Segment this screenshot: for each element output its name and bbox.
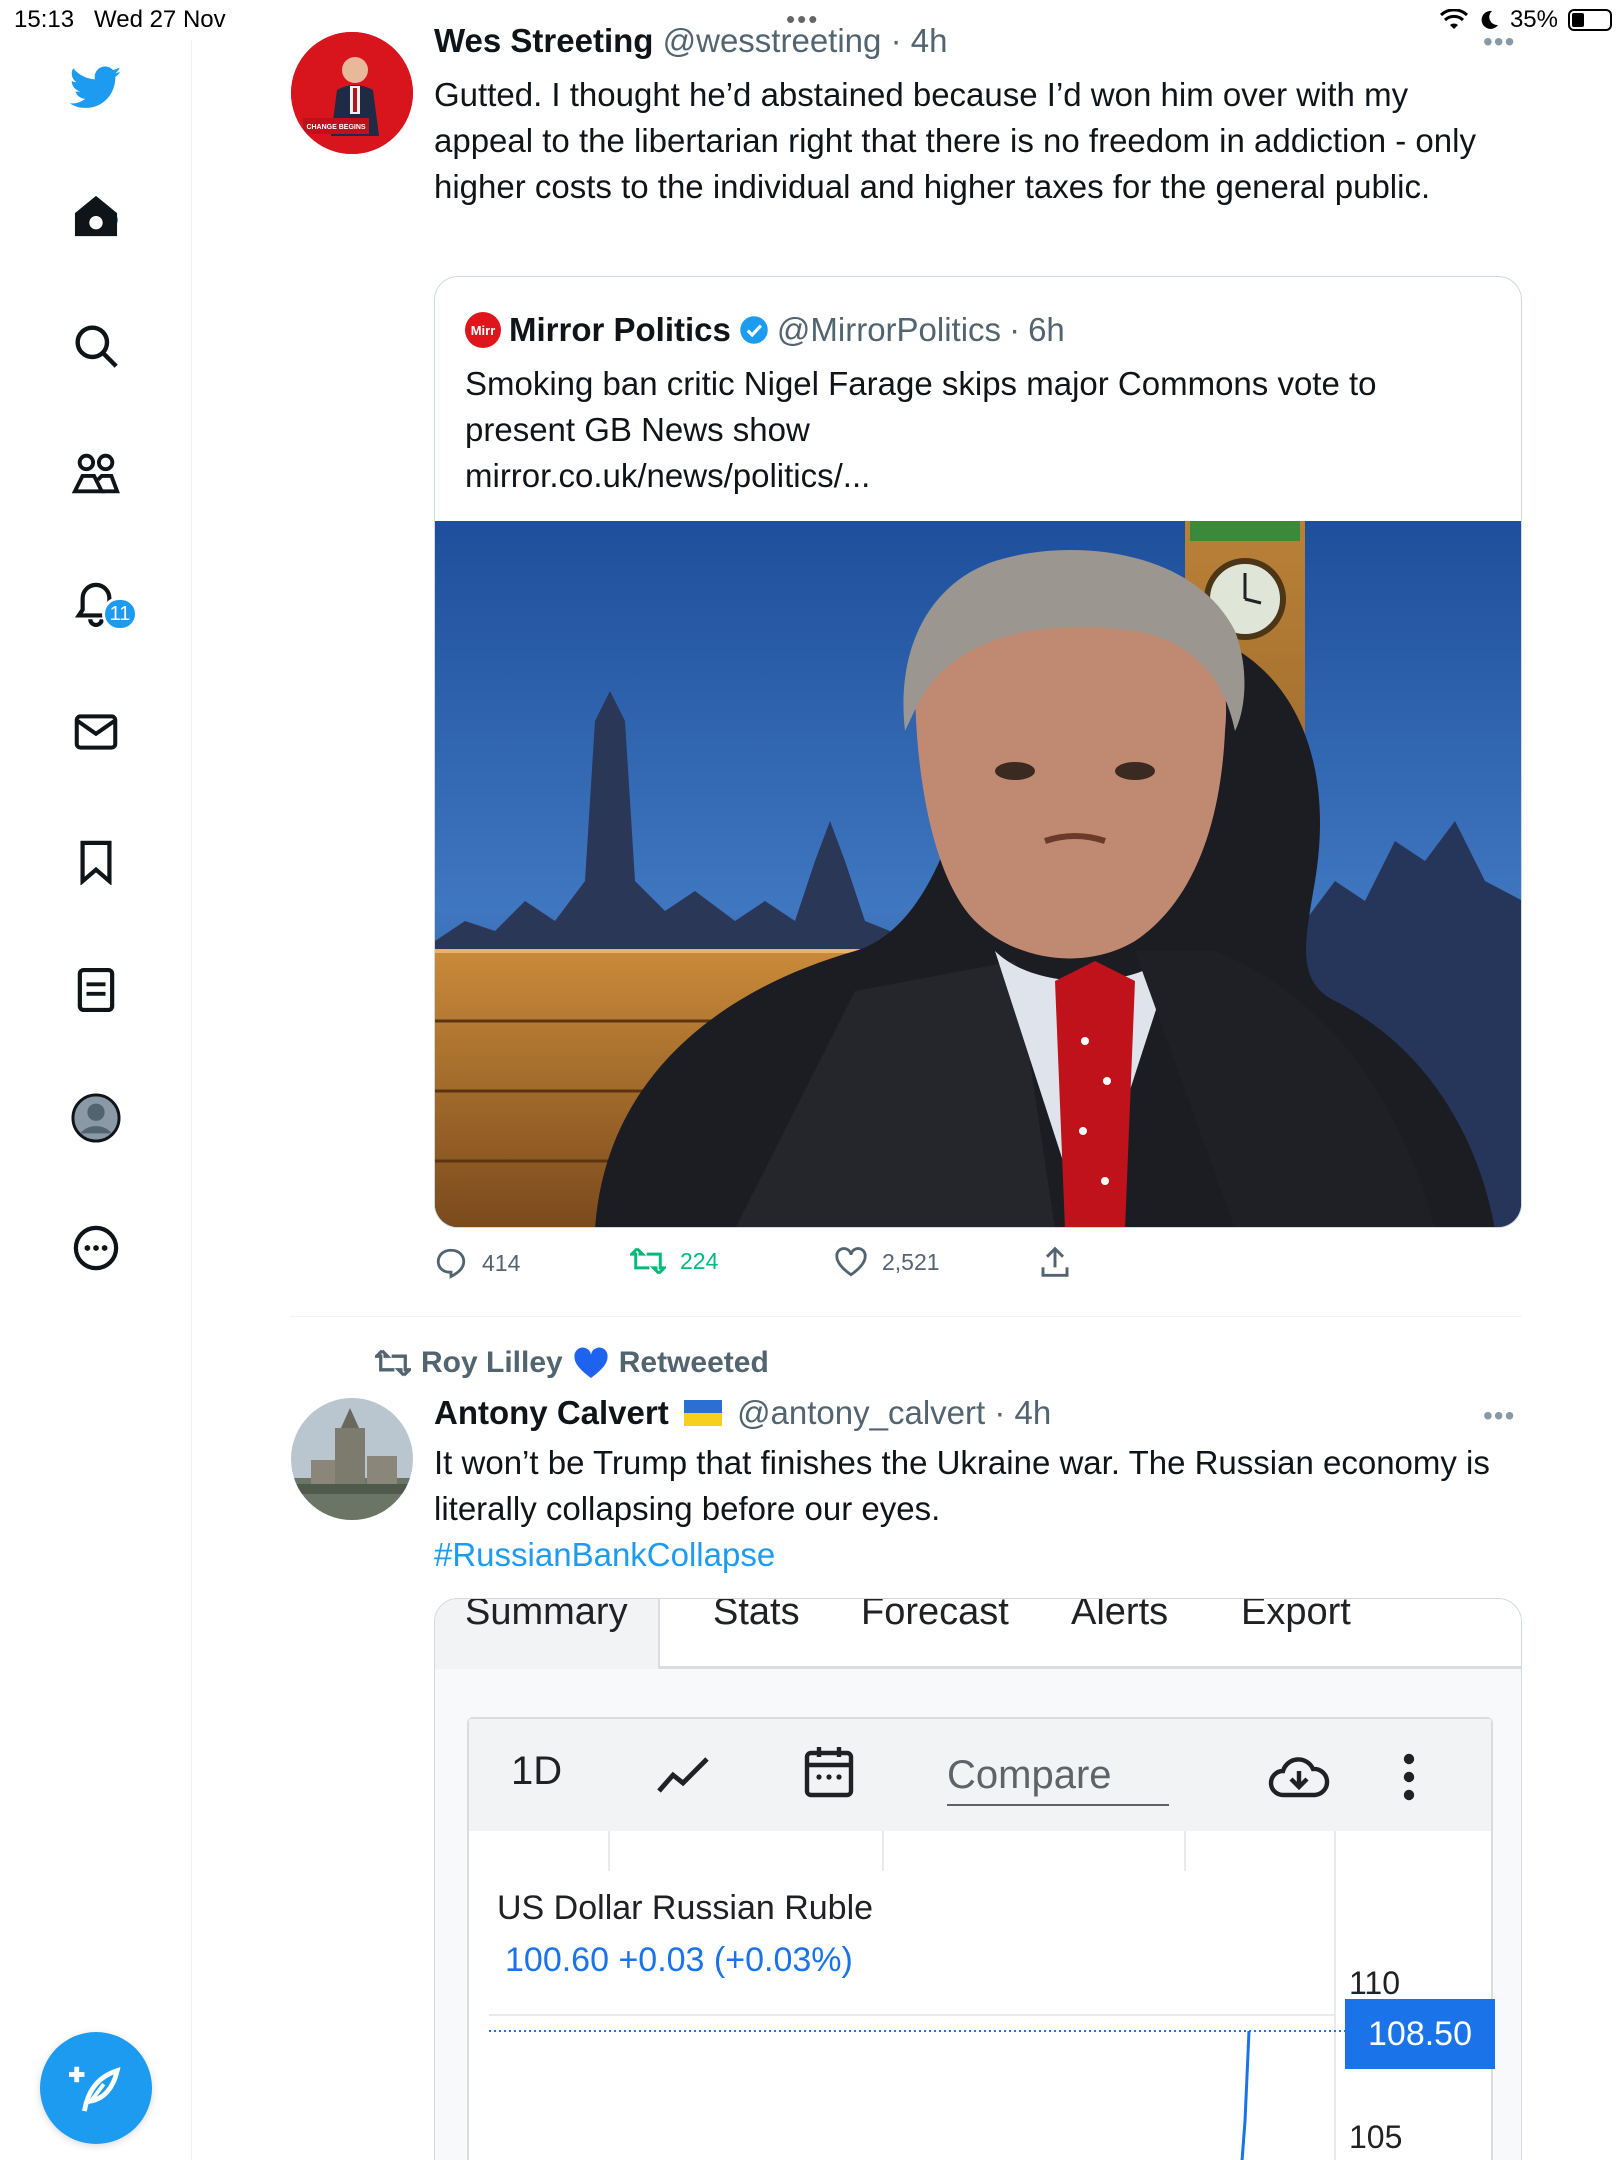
twitter-logo-icon[interactable]	[70, 62, 122, 114]
line-chart-icon	[657, 1757, 709, 1793]
sidebar-item-messages[interactable]	[70, 706, 122, 758]
tab-summary: Summary	[435, 1599, 660, 1669]
quoted-avatar[interactable]: Mirr	[465, 312, 501, 348]
chart-gridlines	[489, 1831, 1345, 2160]
retweeted-label: Retweeted	[618, 1346, 769, 1379]
author-handle[interactable]: @wesstreeting	[663, 22, 882, 59]
retweeter-name[interactable]: Roy Lilley	[421, 1346, 563, 1380]
list-icon	[77, 967, 115, 1013]
feather-plus-icon	[69, 2066, 121, 2112]
author-handle[interactable]: @antony_calvert	[737, 1394, 985, 1431]
sidebar: 11	[0, 40, 192, 2160]
profile-icon	[71, 1093, 121, 1143]
quoted-tweet-text: Smoking ban critic Nigel Farage skips ma…	[465, 361, 1485, 499]
retweet-context: Roy Lilley Retweeted	[375, 1346, 769, 1380]
sidebar-item-home[interactable]	[70, 190, 122, 242]
share-icon	[1041, 1246, 1069, 1277]
tweet-actions: 414 224 2,521	[434, 1246, 1234, 1286]
retweet-count: 224	[680, 1247, 719, 1274]
sidebar-item-profile[interactable]	[70, 1092, 122, 1144]
communities-icon	[71, 453, 120, 494]
avatar[interactable]: CHANGE BEGINS	[291, 32, 413, 154]
like-count: 2,521	[882, 1248, 940, 1275]
tab-export: Export	[1241, 1598, 1351, 1633]
retweet-icon	[630, 1247, 666, 1275]
tab-alerts: Alerts	[1071, 1598, 1169, 1633]
tweet-image[interactable]: Summary Stats Forecast Alerts Export 1D …	[434, 1598, 1522, 2160]
calendar-icon	[804, 1747, 854, 1798]
tweet-divider	[290, 1316, 1522, 1317]
quoted-tweet-header: Mirr Mirror Politics @MirrorPolitics · 6…	[465, 311, 1065, 349]
compose-tweet-button[interactable]	[40, 2032, 152, 2144]
finance-tabs: Summary Stats Forecast Alerts Export	[435, 1598, 1521, 1669]
more-icon	[73, 1225, 119, 1271]
retweet-icon	[375, 1349, 411, 1377]
tab-forecast: Forecast	[861, 1598, 1009, 1633]
quoted-tweet-time: 6h	[1028, 311, 1065, 348]
tweet-time[interactable]: 4h	[911, 22, 948, 59]
heart-icon	[835, 1247, 867, 1277]
timeline: CHANGE BEGINS Wes Streeting @wesstreetin…	[193, 0, 1620, 2160]
quoted-tweet-body: Smoking ban critic Nigel Farage skips ma…	[465, 365, 1377, 448]
like-button[interactable]: 2,521	[834, 1246, 940, 1278]
mail-icon	[74, 714, 118, 750]
tweet-text: It won’t be Trump that finishes the Ukra…	[434, 1440, 1504, 1578]
news-photo[interactable]	[435, 521, 1521, 1227]
quoted-tweet-link[interactable]: mirror.co.uk/news/politics/...	[465, 457, 870, 494]
search-icon	[75, 325, 118, 368]
avatar-banner-text: CHANGE BEGINS	[306, 124, 365, 131]
reply-count: 414	[482, 1249, 521, 1276]
author-name[interactable]: Wes Streeting	[434, 22, 653, 59]
tweet-more-icon[interactable]: •••	[1483, 1400, 1515, 1432]
y-tick-label: 105	[1349, 2119, 1403, 2155]
tweet-more-icon[interactable]: •••	[1483, 26, 1515, 58]
kebab-menu-icon	[1403, 1753, 1415, 1801]
y-tick-label: 110	[1349, 1965, 1401, 2001]
quoted-author-handle: @MirrorPolitics	[776, 311, 1002, 348]
sidebar-item-lists[interactable]	[70, 964, 122, 1016]
tweet-body: It won’t be Trump that finishes the Ukra…	[434, 1444, 1490, 1527]
reply-icon	[436, 1248, 466, 1279]
chart-toolbar: 1D Compare	[469, 1719, 1491, 1831]
share-button[interactable]	[1040, 1246, 1070, 1278]
currency-pair-title: US Dollar Russian Ruble	[497, 1889, 874, 1927]
sidebar-item-communities[interactable]	[70, 448, 122, 500]
notification-badge: 11	[102, 597, 138, 631]
sidebar-item-explore[interactable]	[70, 320, 122, 372]
hashtag-link[interactable]: #RussianBankCollapse	[434, 1536, 775, 1573]
sidebar-item-more[interactable]	[70, 1222, 122, 1274]
avatar[interactable]	[291, 1398, 413, 1520]
compare-field: Compare	[947, 1753, 1169, 1806]
tweet-header: Wes Streeting @wesstreeting · 4h	[434, 22, 948, 59]
current-price-tag: 108.50	[1345, 1999, 1495, 2069]
bookmark-icon	[80, 840, 112, 885]
home-icon	[74, 195, 118, 237]
range-1d: 1D	[511, 1749, 563, 1793]
tweet-time[interactable]: 4h	[1015, 1394, 1052, 1431]
blue-heart-icon	[574, 1347, 608, 1378]
currency-chart-panel: 1D Compare US Dollar Russian Ruble 100.6…	[467, 1717, 1495, 2160]
status-time: 15:13	[14, 6, 75, 33]
quoted-tweet[interactable]: Mirr Mirror Politics @MirrorPolitics · 6…	[434, 276, 1522, 1228]
tweet-header: Antony Calvert @antony_calvert · 4h	[434, 1394, 1052, 1431]
ukraine-flag-icon	[683, 1400, 722, 1426]
retweet-button[interactable]: 224	[630, 1246, 718, 1276]
sidebar-item-bookmarks[interactable]	[70, 836, 122, 888]
reply-button[interactable]: 414	[434, 1246, 520, 1280]
cloud-download-icon	[1268, 1757, 1330, 1798]
currency-pair-value: 100.60 +0.03 (+0.03%)	[505, 1941, 853, 1979]
tweet-text: Gutted. I thought he’d abstained because…	[434, 76, 1476, 205]
author-name[interactable]: Antony Calvert	[434, 1394, 669, 1431]
verified-badge-icon	[740, 316, 768, 344]
quoted-author-name: Mirror Politics	[509, 311, 731, 348]
tab-stats: Stats	[713, 1598, 800, 1633]
